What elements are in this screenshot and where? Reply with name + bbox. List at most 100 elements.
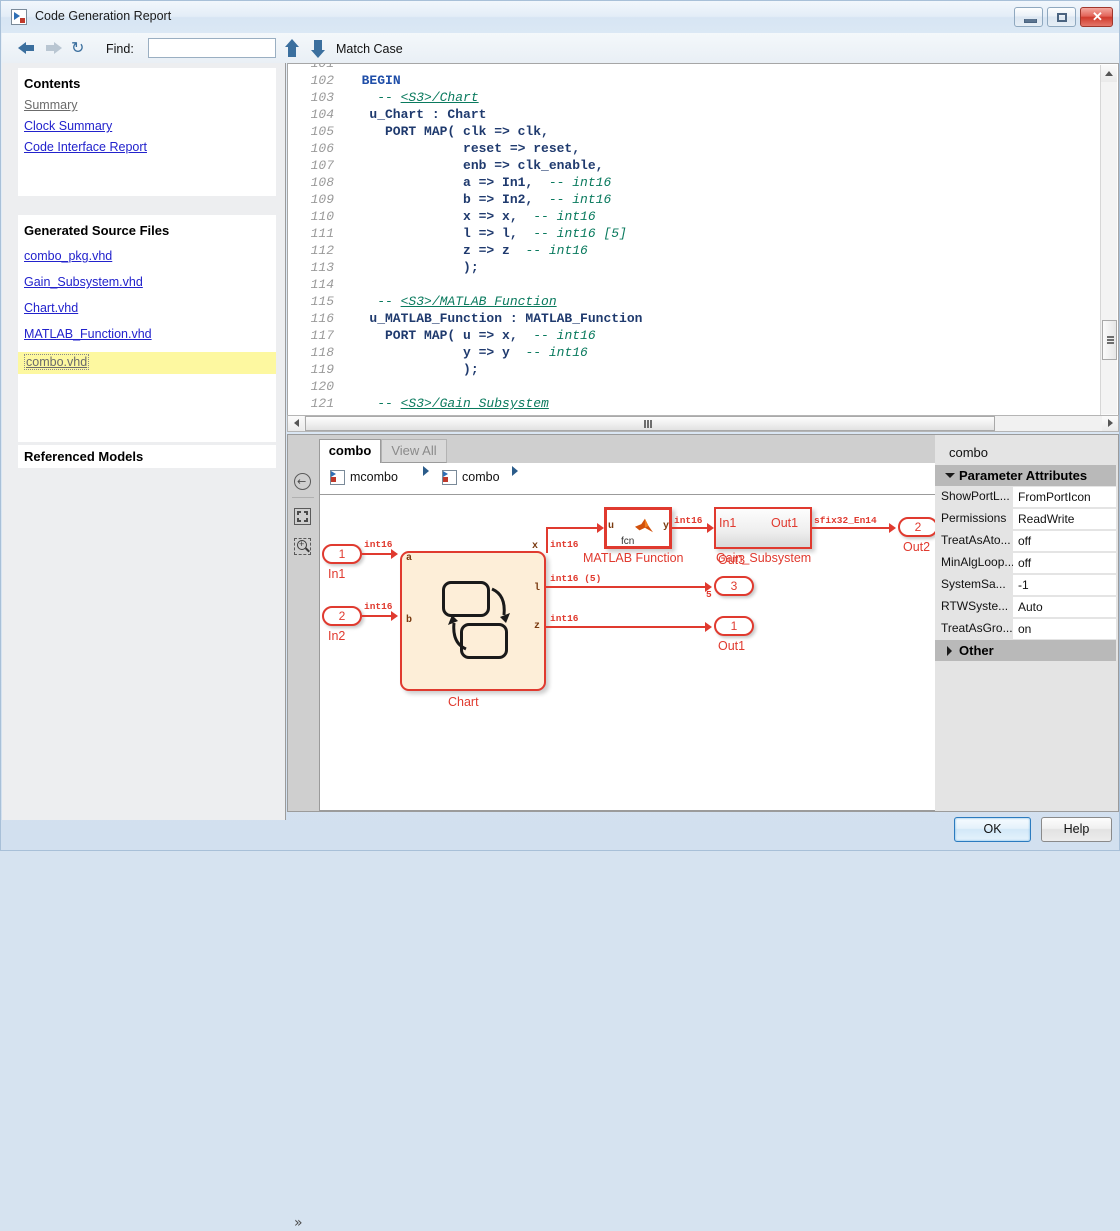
- sidebar-link-clock-summary[interactable]: Clock Summary: [24, 119, 112, 133]
- find-next-button[interactable]: [309, 39, 327, 58]
- code-vertical-scrollbar[interactable]: [1100, 65, 1117, 431]
- line-number: 101: [288, 63, 346, 72]
- code-line: 117 PORT MAP( u => x, -- int16: [288, 327, 1118, 344]
- matlab-function-out-type: int16: [674, 515, 703, 526]
- code-token: [346, 73, 362, 88]
- back-button[interactable]: [18, 40, 36, 56]
- matlab-function-block[interactable]: [604, 507, 672, 549]
- signal-arrow-icon: [707, 523, 714, 533]
- code-line: 118 y => y -- int16: [288, 344, 1118, 361]
- fit-to-view-icon[interactable]: [294, 508, 313, 527]
- maximize-button[interactable]: [1047, 7, 1076, 27]
- property-value[interactable]: FromPortIcon: [1013, 486, 1116, 508]
- property-value[interactable]: off: [1013, 552, 1116, 574]
- scroll-left-button[interactable]: [288, 416, 304, 431]
- code-line: 112 z => z -- int16: [288, 242, 1118, 259]
- parameter-attributes-header[interactable]: Parameter Attributes: [935, 465, 1116, 486]
- zoom-in-icon[interactable]: +: [294, 538, 313, 557]
- tab-view-all[interactable]: View All: [381, 439, 447, 463]
- file-link-combo-row[interactable]: combo.vhd: [18, 352, 276, 374]
- sidebar-link-code-interface-report[interactable]: Code Interface Report: [24, 140, 147, 154]
- simulink-model-icon: [330, 470, 345, 485]
- inport-1[interactable]: 1: [322, 544, 362, 564]
- find-input[interactable]: [148, 38, 276, 58]
- signal-arrow-icon: [391, 611, 398, 621]
- sidebar-link-summary[interactable]: Summary: [24, 98, 77, 112]
- code-line: 115 -- <S3>/MATLAB Function: [288, 293, 1118, 310]
- chart-z-signal-type: int16: [550, 613, 579, 624]
- outport-3-label: Out3: [718, 553, 745, 567]
- code-horizontal-scrollbar[interactable]: [287, 415, 1119, 432]
- property-name: SystemSa...: [935, 574, 1013, 596]
- source-code-viewer[interactable]: 101102 BEGIN103 -- <S3>/Chart104 u_Chart…: [287, 63, 1119, 431]
- code-token: u_MATLAB_Function : MATLAB_Function: [346, 311, 642, 326]
- line-number: 116: [288, 310, 346, 327]
- chart-block-label: Chart: [448, 695, 479, 709]
- refresh-icon: ↻: [71, 40, 84, 56]
- property-value[interactable]: Auto: [1013, 596, 1116, 618]
- property-inspector: combo Parameter Attributes ShowPortL...F…: [935, 434, 1119, 812]
- scroll-right-button[interactable]: [1102, 416, 1118, 431]
- property-value[interactable]: -1: [1013, 574, 1116, 596]
- find-previous-button[interactable]: [283, 39, 301, 58]
- refresh-button[interactable]: ↻: [70, 40, 88, 56]
- outport-2[interactable]: 2: [898, 517, 938, 537]
- code-line: 103 -- <S3>/Chart: [288, 89, 1118, 106]
- grip-icon: [644, 420, 653, 428]
- line-number: 103: [288, 89, 346, 106]
- line-number: 105: [288, 123, 346, 140]
- code-hyperlink[interactable]: <S3>/Gain_Subsystem: [401, 396, 549, 411]
- line-number: 107: [288, 157, 346, 174]
- help-button[interactable]: Help: [1041, 817, 1112, 842]
- close-button[interactable]: ✕: [1080, 7, 1113, 27]
- ok-button[interactable]: OK: [954, 817, 1031, 842]
- property-row: TreatAsGro...on: [935, 618, 1116, 640]
- forward-button[interactable]: [44, 40, 62, 56]
- tab-combo[interactable]: combo: [319, 439, 381, 463]
- contents-card: Contents Summary Clock Summary Code Inte…: [18, 68, 276, 196]
- other-section-header[interactable]: Other: [935, 640, 1116, 661]
- outport-1[interactable]: 1: [714, 616, 754, 636]
- code-token: z => z: [346, 243, 525, 258]
- match-case-label[interactable]: Match Case: [336, 42, 403, 56]
- scrollbar-thumb[interactable]: [1102, 320, 1117, 360]
- inport-2[interactable]: 2: [322, 606, 362, 626]
- code-token: y => y: [346, 345, 525, 360]
- signal-arrow-icon: [597, 523, 604, 533]
- code-hyperlink[interactable]: <S3>/MATLAB Function: [401, 294, 557, 309]
- generated-files-heading: Generated Source Files: [24, 223, 169, 238]
- code-line: 120: [288, 378, 1118, 395]
- code-hyperlink[interactable]: <S3>/Chart: [401, 90, 479, 105]
- property-value[interactable]: on: [1013, 618, 1116, 640]
- property-name: ShowPortL...: [935, 486, 1013, 508]
- scroll-up-button[interactable]: [1101, 65, 1117, 82]
- more-tools-icon[interactable]: »: [294, 1215, 303, 1231]
- horizontal-scrollbar-thumb[interactable]: [305, 416, 995, 431]
- outport-3[interactable]: 3: [714, 576, 754, 596]
- property-name: Permissions: [935, 508, 1013, 530]
- line-number: 108: [288, 174, 346, 191]
- code-token: BEGIN: [362, 73, 401, 88]
- file-link-chart[interactable]: Chart.vhd: [24, 301, 78, 315]
- file-link-gain-subsystem[interactable]: Gain_Subsystem.vhd: [24, 275, 143, 289]
- property-value[interactable]: ReadWrite: [1013, 508, 1116, 530]
- code-token: x => x,: [346, 209, 533, 224]
- file-link-combo-pkg[interactable]: combo_pkg.vhd: [24, 249, 112, 263]
- chart-l-signal-type: int16 (5): [550, 573, 601, 584]
- breadcrumb-label: combo: [462, 470, 500, 484]
- property-row: ShowPortL...FromPortIcon: [935, 486, 1116, 508]
- inport-1-type: int16: [364, 539, 393, 550]
- matlab-function-inner-label: fcn: [621, 536, 634, 547]
- minimize-button[interactable]: [1014, 7, 1043, 27]
- gain-subsystem-pin-in1: In1: [719, 516, 736, 530]
- line-number: 117: [288, 327, 346, 344]
- property-value[interactable]: off: [1013, 530, 1116, 552]
- file-link-combo[interactable]: combo.vhd: [24, 354, 89, 370]
- line-number: 114: [288, 276, 346, 293]
- file-link-matlab-function[interactable]: MATLAB_Function.vhd: [24, 327, 152, 341]
- back-to-parent-icon[interactable]: ←: [294, 473, 313, 492]
- code-token: l => l,: [346, 226, 533, 241]
- code-token: -- int16: [549, 175, 611, 190]
- line-number: 111: [288, 225, 346, 242]
- gain-subsystem-pin-out1: Out1: [771, 516, 798, 530]
